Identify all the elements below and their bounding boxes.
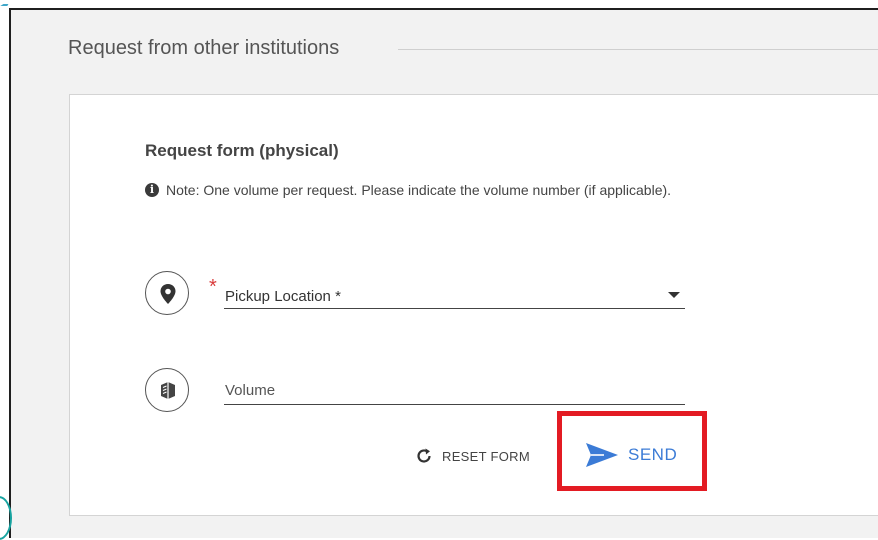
location-pin-icon bbox=[145, 271, 189, 315]
required-marker: * bbox=[209, 276, 217, 298]
book-icon bbox=[145, 368, 189, 412]
form-title: Request form (physical) bbox=[145, 141, 339, 160]
edge-mark-top bbox=[0, 0, 11, 6]
left-edge bbox=[0, 0, 12, 540]
refresh-icon bbox=[417, 448, 431, 463]
pickup-location-label: Pickup Location * bbox=[225, 288, 341, 305]
info-icon: i bbox=[145, 183, 159, 197]
send-icon bbox=[586, 443, 618, 467]
chevron-down-icon bbox=[668, 292, 680, 298]
send-label: SEND bbox=[628, 445, 678, 464]
note-text: Note: One volume per request. Please ind… bbox=[166, 182, 672, 198]
section-divider bbox=[398, 49, 878, 50]
send-button[interactable]: SEND bbox=[584, 438, 677, 472]
volume-input[interactable] bbox=[224, 377, 685, 405]
page: Request from other institutions Request … bbox=[0, 0, 878, 540]
reset-form-label: RESET FORM bbox=[442, 448, 530, 464]
form-note: i Note: One volume per request. Please i… bbox=[145, 179, 705, 201]
pickup-location-select[interactable]: Pickup Location * bbox=[224, 283, 685, 309]
section-title: Request from other institutions bbox=[68, 37, 340, 59]
reset-form-button[interactable]: RESET FORM bbox=[414, 442, 530, 470]
